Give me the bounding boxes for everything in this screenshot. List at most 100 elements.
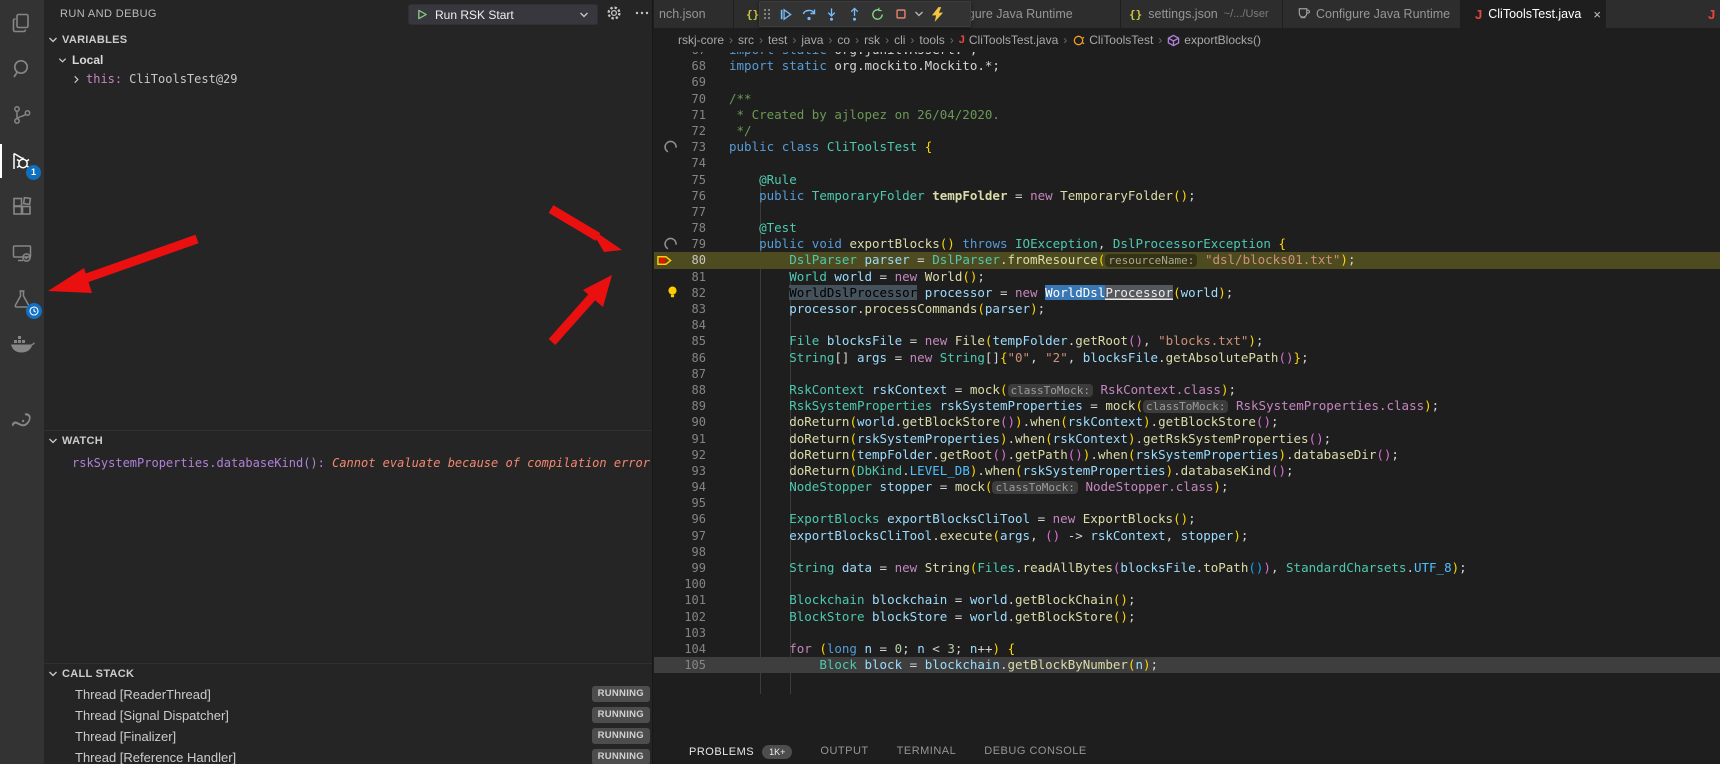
line-number: 70 [654, 91, 706, 107]
watch-section-header[interactable]: WATCH [44, 430, 652, 451]
code-line-content[interactable]: ExportBlocks exportBlocksCliTool = new E… [729, 511, 1720, 527]
code-line: 103 [654, 625, 1720, 641]
panel-tab-debug-console[interactable]: DEBUG CONSOLE [984, 745, 1086, 757]
variables-section-header[interactable]: VARIABLES [44, 29, 652, 50]
code-line: 78 @Test [654, 220, 1720, 236]
code-line-content[interactable]: * Created by ajlopez on 26/04/2020. [729, 107, 1720, 123]
tab-CliToolsTest.java[interactable]: JCliToolsTest.java× [1461, 0, 1606, 28]
breadcrumb-separator: › [910, 33, 914, 47]
step-over-icon[interactable] [797, 2, 820, 26]
code-line-content[interactable]: public void exportBlocks() throws IOExce… [729, 236, 1720, 252]
code-line-content[interactable]: processor.processCommands(parser); [729, 301, 1720, 317]
call-stack-thread-row[interactable]: Thread [Reference Handler]RUNNING [44, 747, 652, 764]
activity-item-docker[interactable] [0, 322, 44, 368]
code-editor[interactable]: 67import static org.junit.Assert.*;68imp… [654, 52, 1720, 764]
panel-tab-problems[interactable]: PROBLEMS1K+ [689, 745, 792, 759]
breadcrumb-item-rsk[interactable]: rsk [864, 33, 880, 47]
activity-item-search[interactable] [0, 46, 44, 92]
breadcrumb-item-CliToolsTest.java[interactable]: JCliToolsTest.java [959, 33, 1059, 47]
variable-row-this[interactable]: this: CliToolsTest@29 [44, 69, 652, 89]
thread-status-badge: RUNNING [592, 728, 650, 744]
breadcrumb-item-tools[interactable]: tools [919, 33, 944, 47]
code-line: 93 doReturn(DbKind.LEVEL_DB).when(rskSys… [654, 463, 1720, 479]
code-line-content[interactable]: Block block = blockchain.getBlockByNumbe… [729, 657, 1720, 673]
breadcrumb-item-rskj-core[interactable]: rskj-core [678, 33, 724, 47]
chevron-down-icon [58, 56, 67, 65]
hot-code-replace-icon[interactable] [926, 2, 949, 26]
line-number: 73 [654, 139, 706, 155]
code-line-content[interactable]: exportBlocksCliTool.execute(args, () -> … [729, 528, 1720, 544]
activity-item-gradle[interactable] [0, 398, 44, 444]
gear-icon[interactable] [606, 5, 622, 26]
search-icon [10, 57, 34, 81]
code-line-content[interactable]: doReturn(DbKind.LEVEL_DB).when(rskSystem… [729, 463, 1720, 479]
breadcrumb-item-CliToolsTest[interactable]: CliToolsTest [1072, 33, 1153, 47]
chevron-down-icon[interactable] [912, 2, 926, 26]
code-line-content[interactable]: File blocksFile = new File(tempFolder.ge… [729, 333, 1720, 349]
restart-icon[interactable] [866, 2, 889, 26]
gutter: 89 [654, 398, 729, 414]
panel-tab-output[interactable]: OUTPUT [820, 745, 868, 757]
panel-tab-terminal[interactable]: TERMINAL [897, 745, 957, 757]
activity-item-extensions[interactable] [0, 184, 44, 230]
code-line-content[interactable]: Blockchain blockchain = world.getBlockCh… [729, 592, 1720, 608]
code-line-content[interactable]: DslParser parser = DslParser.fromResourc… [729, 252, 1720, 269]
continue-icon[interactable] [774, 2, 797, 26]
code-line-content[interactable]: RskContext rskContext = mock(classToMock… [729, 382, 1720, 399]
tab-nch.json[interactable]: nch.json [654, 0, 734, 28]
chevron-right-icon [72, 75, 81, 84]
code-line-content[interactable]: /** [729, 91, 1720, 107]
launch-config-dropdown[interactable]: Run RSK Start [408, 4, 598, 25]
gutter: 84 [654, 317, 729, 333]
line-number: 97 [654, 528, 706, 544]
tab-unnamed-6[interactable]: J [1606, 0, 1720, 28]
code-line-content[interactable]: NodeStopper stopper = mock(classToMock: … [729, 479, 1720, 496]
code-line-content[interactable]: String[] args = new String[]{"0", "2", b… [729, 350, 1720, 366]
gutter: 93 [654, 463, 729, 479]
activity-item-source-control[interactable] [0, 92, 44, 138]
grip-icon[interactable] [760, 2, 774, 26]
code-line-content[interactable]: public TemporaryFolder tempFolder = new … [729, 188, 1720, 204]
activity-item-run-and-debug[interactable]: 1 [0, 138, 44, 184]
code-line-content[interactable]: @Rule [729, 172, 1720, 188]
code-line-content[interactable]: World world = new World(); [729, 269, 1720, 285]
step-into-icon[interactable] [820, 2, 843, 26]
step-out-icon[interactable] [843, 2, 866, 26]
code-line-content[interactable]: String data = new String(Files.readAllBy… [729, 560, 1720, 576]
code-line-content[interactable]: BlockStore blockStore = world.getBlockSt… [729, 609, 1720, 625]
panel-tab-label: TERMINAL [897, 745, 957, 757]
code-line-content[interactable]: RskSystemProperties rskSystemProperties … [729, 398, 1720, 415]
activity-item-remote-explorer[interactable] [0, 230, 44, 276]
variables-scope-local[interactable]: Local [44, 50, 652, 70]
breadcrumb-item-co[interactable]: co [837, 33, 850, 47]
code-line-content[interactable]: public class CliToolsTest { [729, 139, 1720, 155]
stop-icon[interactable] [889, 2, 912, 26]
call-stack-thread-row[interactable]: Thread [Finalizer]RUNNING [44, 726, 652, 746]
tab-settings.json[interactable]: {}settings.json~/.../User [1121, 0, 1283, 28]
call-stack-thread-row[interactable]: Thread [Signal Dispatcher]RUNNING [44, 705, 652, 725]
breadcrumb-item-test[interactable]: test [768, 33, 787, 47]
thread-name: Thread [ReaderThread] [75, 687, 211, 702]
tab-Configure Java Runtime[interactable]: Configure Java Runtime [1283, 0, 1461, 28]
call-stack-section-header[interactable]: CALL STACK [44, 663, 652, 684]
more-actions-icon[interactable] [634, 5, 650, 26]
gutter: 70 [654, 91, 729, 107]
close-icon[interactable]: × [1593, 7, 1601, 22]
code-line-content[interactable]: for (long n = 0; n < 3; n++) { [729, 641, 1720, 657]
code-line-content[interactable]: doReturn(rskSystemProperties).when(rskCo… [729, 431, 1720, 447]
call-stack-thread-row[interactable]: Thread [ReaderThread]RUNNING [44, 684, 652, 704]
code-line-content[interactable]: */ [729, 123, 1720, 139]
breadcrumb-item-exportBlocks()[interactable]: exportBlocks() [1167, 33, 1261, 47]
code-line-content[interactable]: doReturn(tempFolder.getRoot().getPath())… [729, 447, 1720, 463]
gutter: 82 [654, 285, 729, 301]
activity-item-explorer[interactable] [0, 0, 44, 46]
code-line-content[interactable]: doReturn(world.getBlockStore()).when(rsk… [729, 414, 1720, 430]
watch-expression-row[interactable]: rskSystemProperties.databaseKind(): Cann… [44, 453, 652, 473]
code-line-content[interactable]: import static org.mockito.Mockito.*; [729, 58, 1720, 74]
code-line-content[interactable]: @Test [729, 220, 1720, 236]
breadcrumb-item-src[interactable]: src [738, 33, 754, 47]
breadcrumb-item-cli[interactable]: cli [894, 33, 905, 47]
code-line-content[interactable]: WorldDslProcessor processor = new WorldD… [729, 285, 1720, 301]
breadcrumb-item-java[interactable]: java [801, 33, 823, 47]
activity-item-testing[interactable] [0, 276, 44, 322]
